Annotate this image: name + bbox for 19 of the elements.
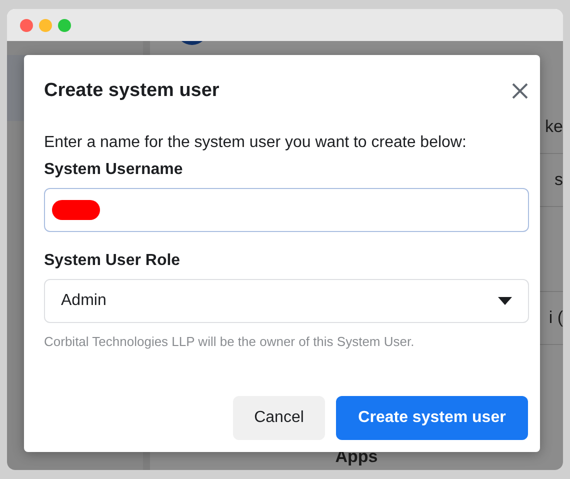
role-dropdown[interactable]: Admin (44, 279, 529, 323)
create-button[interactable]: Create system user (336, 396, 528, 440)
field-label: System User Role (44, 252, 180, 270)
description: Enter a name for the system user you want to create below: (44, 134, 468, 152)
caret-icon (498, 297, 512, 305)
close-icon[interactable] (512, 83, 528, 99)
minimize-window-icon[interactable] (39, 18, 52, 32)
username-field[interactable] (44, 188, 529, 232)
maximize-window-icon[interactable] (58, 18, 71, 32)
helper-text: Corbital Technologies LLP will be the owner of this System User. (44, 334, 414, 349)
row-text: ke (545, 117, 563, 137)
close-window-icon[interactable] (20, 18, 33, 32)
row-text: i ( (548, 308, 563, 328)
field-label: System Username (44, 161, 183, 179)
redaction-mark (52, 200, 100, 220)
section-heading: Apps (335, 447, 378, 466)
dialog-title: Create system user (44, 80, 220, 102)
row-text: s (554, 170, 563, 190)
cancel-button[interactable]: Cancel (233, 396, 325, 440)
